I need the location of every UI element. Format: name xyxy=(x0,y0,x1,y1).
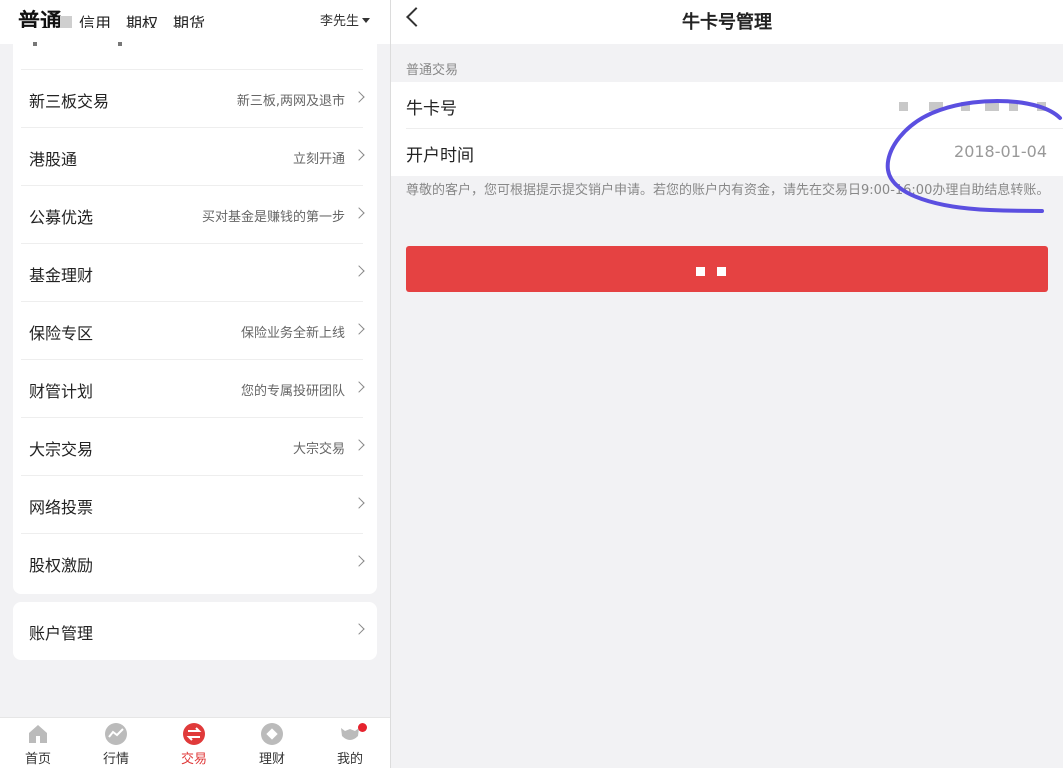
page-title: 牛卡号管理 xyxy=(682,12,772,33)
right-panel: 牛卡号管理 普通交易 牛卡号 开户时间 2018-01-04 尊敬的客户，您可根… xyxy=(391,0,1063,768)
chevron-right-icon xyxy=(353,381,365,393)
nav-label: 我的 xyxy=(336,752,363,767)
notice-text: 尊敬的客户，您可根据提示提交销户申请。若您的账户内有资金，请先在交易日9:00-… xyxy=(406,183,1050,198)
menu-item-label: 大宗交易 xyxy=(29,440,94,459)
menu-item-desc: 大宗交易 xyxy=(292,442,345,457)
menu-item-online-voting[interactable]: 网络投票 xyxy=(13,476,377,534)
cropped-text-fragment xyxy=(33,42,37,46)
nav-label: 交易 xyxy=(180,752,207,767)
nav-label: 首页 xyxy=(24,752,51,767)
chevron-right-icon xyxy=(353,91,365,103)
partial-menu-item xyxy=(13,28,377,70)
notification-badge xyxy=(358,723,367,732)
nav-label: 行情 xyxy=(102,752,129,767)
user-name: 李先生 xyxy=(319,14,359,29)
menu-item-desc: 立刻开通 xyxy=(292,152,345,167)
menu-item-label: 网络投票 xyxy=(29,498,94,517)
account-management-card: 账户管理 xyxy=(13,602,377,660)
nav-header: 牛卡号管理 xyxy=(391,0,1063,44)
user-switcher[interactable]: 李先生 xyxy=(320,10,370,29)
chevron-right-icon xyxy=(353,265,365,277)
chevron-right-icon xyxy=(353,497,365,509)
left-panel: 普通 信用 期权 期货 李先生 新三板交易 新三板,两网及退市 港股通 立刻开通… xyxy=(0,0,390,768)
menu-item-insurance[interactable]: 保险专区 保险业务全新上线 xyxy=(13,302,377,360)
cropped-text-fragment xyxy=(118,42,122,46)
bottom-nav: 首页 行情 交易 理财 我的 xyxy=(0,717,390,768)
nav-home[interactable]: 首页 xyxy=(8,722,68,767)
chevron-right-icon xyxy=(353,149,365,161)
account-info-box: 牛卡号 开户时间 2018-01-04 xyxy=(391,82,1063,176)
market-icon xyxy=(105,723,127,745)
wealth-icon xyxy=(261,723,283,745)
menu-item-hk-connect[interactable]: 港股通 立刻开通 xyxy=(13,128,377,186)
menu-item-public-funds[interactable]: 公募优选 买对基金是赚钱的第一步 xyxy=(13,186,377,244)
masked-button-label xyxy=(717,267,726,276)
menu-item-label: 新三板交易 xyxy=(29,92,110,111)
menu-item-new-third-board[interactable]: 新三板交易 新三板,两网及退市 xyxy=(13,70,377,128)
section-title: 普通交易 xyxy=(406,63,459,78)
card-number-row: 牛卡号 xyxy=(391,82,1063,129)
menu-item-equity-incentive[interactable]: 股权激励 xyxy=(13,534,377,592)
caret-down-icon xyxy=(362,18,370,23)
chevron-right-icon xyxy=(353,439,365,451)
open-time-label: 开户时间 xyxy=(406,146,474,166)
masked-button-label xyxy=(696,267,705,276)
menu-item-wealth-plan[interactable]: 财管计划 您的专属投研团队 xyxy=(13,360,377,418)
nav-wealth[interactable]: 理财 xyxy=(242,722,302,767)
trade-icon xyxy=(183,723,205,745)
menu-item-label: 账户管理 xyxy=(29,624,94,643)
menu-item-label: 股权激励 xyxy=(29,556,94,575)
trade-menu-card: 新三板交易 新三板,两网及退市 港股通 立刻开通 公募优选 买对基金是赚钱的第一… xyxy=(13,28,377,594)
masked-card-number xyxy=(899,102,1049,112)
menu-item-label: 财管计划 xyxy=(29,382,94,401)
menu-item-label: 基金理财 xyxy=(29,266,94,285)
open-time-row: 开户时间 2018-01-04 xyxy=(391,129,1063,176)
menu-item-label: 公募优选 xyxy=(29,208,94,227)
menu-item-desc: 您的专属投研团队 xyxy=(240,384,345,399)
chevron-right-icon xyxy=(353,555,365,567)
chevron-right-icon xyxy=(353,623,365,635)
menu-item-label: 保险专区 xyxy=(29,324,94,343)
menu-item-account-management[interactable]: 账户管理 xyxy=(13,602,377,660)
menu-item-fund-wealth[interactable]: 基金理财 xyxy=(13,244,377,302)
nav-market[interactable]: 行情 xyxy=(86,722,146,767)
chevron-right-icon xyxy=(353,323,365,335)
menu-item-desc: 买对基金是赚钱的第一步 xyxy=(201,210,345,225)
menu-item-desc: 保险业务全新上线 xyxy=(240,326,345,341)
home-icon xyxy=(29,725,47,743)
nav-profile[interactable]: 我的 xyxy=(320,722,380,767)
close-account-button[interactable] xyxy=(406,246,1048,292)
menu-item-desc: 新三板,两网及退市 xyxy=(236,94,345,109)
menu-item-label: 港股通 xyxy=(29,150,78,169)
chevron-right-icon xyxy=(353,207,365,219)
nav-trade[interactable]: 交易 xyxy=(164,722,224,767)
menu-item-block-trade[interactable]: 大宗交易 大宗交易 xyxy=(13,418,377,476)
card-number-label: 牛卡号 xyxy=(406,99,457,119)
nav-label: 理财 xyxy=(258,752,285,767)
open-time-value: 2018-01-04 xyxy=(954,142,1047,161)
